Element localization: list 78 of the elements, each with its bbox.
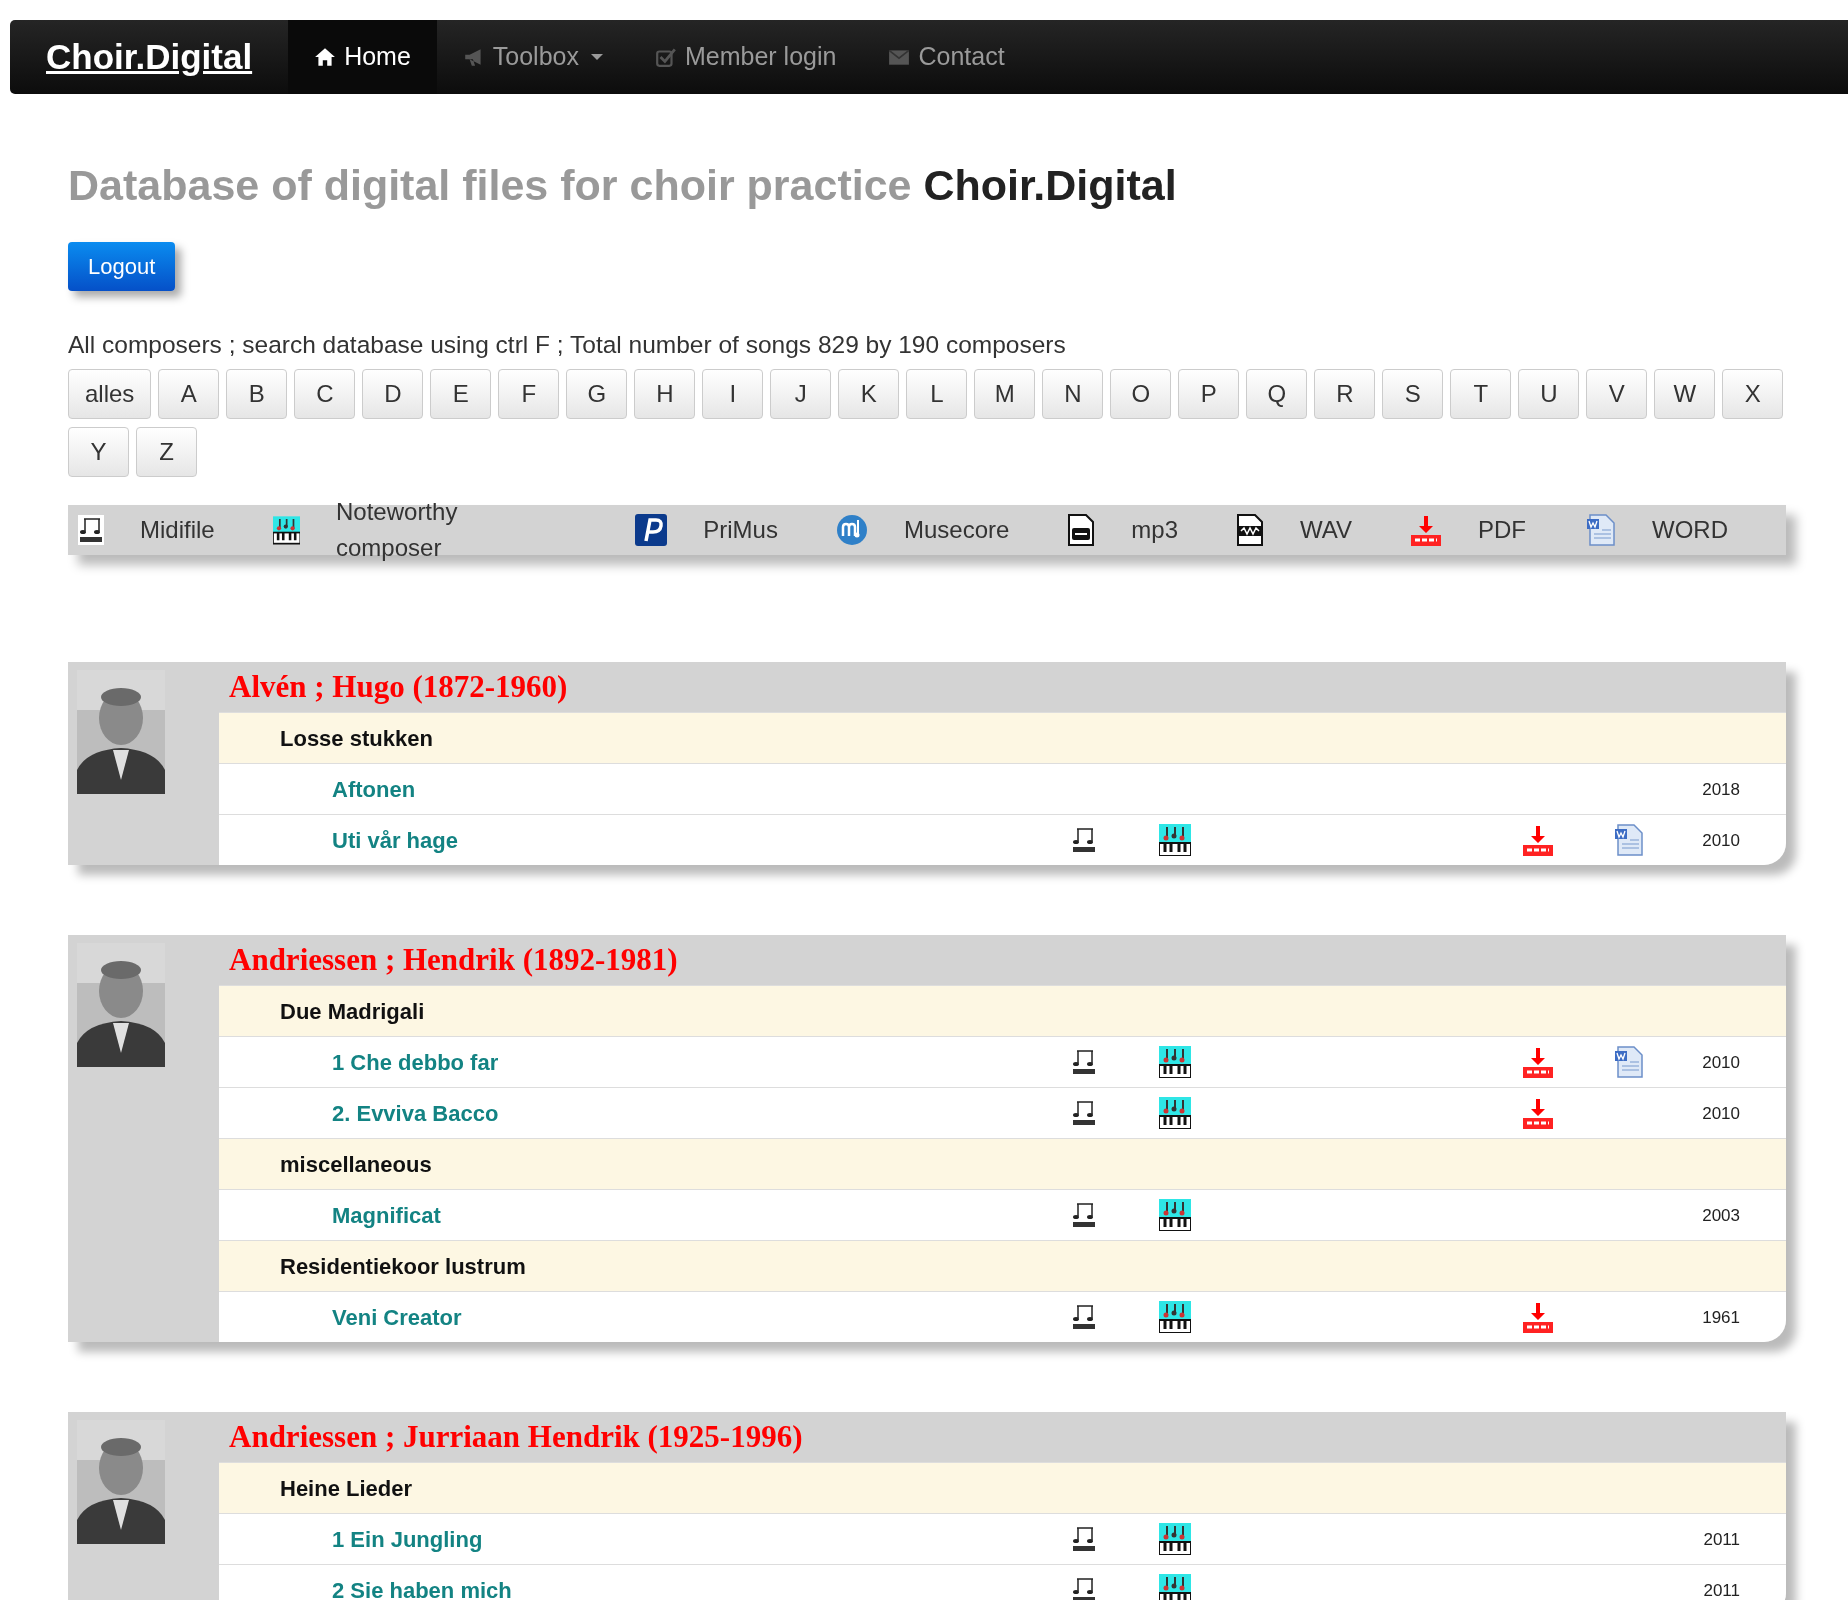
group-title: Heine Lieder bbox=[219, 1462, 1786, 1514]
letter-button[interactable]: Y bbox=[68, 427, 129, 478]
year-text: 2010 bbox=[1701, 829, 1740, 852]
legend-label: Noteworthy composer bbox=[336, 497, 459, 564]
document-icon bbox=[1584, 514, 1616, 547]
pdf-download-icon bbox=[1410, 514, 1442, 547]
letter-button[interactable]: P bbox=[1178, 369, 1240, 420]
site-name: Choir.Digital bbox=[923, 161, 1177, 209]
legend-label: WAV bbox=[1300, 515, 1352, 546]
composer-name: Andriessen ; Hendrik (1892-1981) bbox=[228, 941, 679, 980]
year-text: 2018 bbox=[1701, 778, 1740, 801]
legend-label: WORD bbox=[1652, 515, 1728, 546]
logout-button[interactable]: Logout bbox=[68, 241, 176, 291]
letter-button[interactable]: H bbox=[634, 369, 696, 420]
year-text: 2003 bbox=[1701, 1204, 1740, 1227]
letter-button[interactable]: I bbox=[702, 369, 764, 420]
legend-label: Musecore bbox=[903, 515, 1010, 546]
audio-file-icon bbox=[1236, 514, 1264, 547]
page-title: Database of digital files for choir practice bbox=[68, 161, 913, 209]
song-link[interactable]: 1 Ein Jungling bbox=[219, 1522, 1054, 1556]
letter-button[interactable]: D bbox=[362, 369, 424, 420]
group-title: miscellaneous bbox=[219, 1138, 1786, 1190]
song-link[interactable]: Aftonen bbox=[219, 772, 1054, 806]
legend-label: PDF bbox=[1478, 515, 1526, 546]
letter-button[interactable]: A bbox=[158, 369, 220, 420]
letter-button[interactable]: R bbox=[1314, 369, 1376, 420]
letter-button[interactable]: alles bbox=[68, 369, 152, 420]
letter-button[interactable]: G bbox=[566, 369, 628, 420]
letter-button[interactable]: T bbox=[1450, 369, 1512, 420]
letter-button[interactable]: M bbox=[974, 369, 1036, 420]
letter-button[interactable]: Z bbox=[136, 427, 197, 478]
letter-button[interactable]: N bbox=[1042, 369, 1104, 420]
nav-link[interactable]: Member login bbox=[629, 20, 863, 94]
legend-label: Midifile bbox=[140, 515, 215, 546]
letter-button[interactable]: J bbox=[770, 369, 832, 420]
year-text: 2010 bbox=[1701, 1051, 1740, 1074]
group-title: Due Madrigali bbox=[219, 985, 1786, 1037]
composer-name: Alvén ; Hugo (1872-1960) bbox=[228, 668, 569, 707]
legend-label: PriMus bbox=[703, 515, 778, 546]
nav-link[interactable]: Home bbox=[288, 20, 437, 94]
composer-name: Andriessen ; Jurriaan Hendrik (1925-1996) bbox=[228, 1418, 804, 1457]
year-text: 1961 bbox=[1701, 1306, 1740, 1329]
song-link[interactable]: Uti vår hage bbox=[219, 823, 1054, 857]
song-link[interactable]: 2 Sie haben mich bbox=[219, 1573, 1054, 1600]
letter-button[interactable]: O bbox=[1110, 369, 1172, 420]
letter-button[interactable]: V bbox=[1586, 369, 1648, 420]
letter-button[interactable]: E bbox=[430, 369, 492, 420]
letter-button[interactable]: K bbox=[838, 369, 900, 420]
musescore-logo-icon bbox=[835, 514, 868, 547]
checkbox-icon bbox=[655, 46, 677, 68]
song-link[interactable]: 1 Che debbo far bbox=[219, 1045, 1054, 1079]
letter-button[interactable]: X bbox=[1722, 369, 1784, 420]
year-text: 2011 bbox=[1702, 1528, 1740, 1551]
letter-button[interactable]: B bbox=[226, 369, 288, 420]
legend-label: mp3 bbox=[1131, 515, 1178, 546]
info-text: All composers ; search database using ctrl F ; Total number of songs 829 by 190 composers bbox=[68, 329, 1067, 360]
letter-button[interactable]: S bbox=[1382, 369, 1444, 420]
nav-link[interactable]: Contact bbox=[862, 20, 1031, 94]
letter-button[interactable]: F bbox=[498, 369, 560, 420]
letter-button[interactable]: L bbox=[906, 369, 968, 420]
song-link[interactable]: Veni Creator bbox=[219, 1300, 1054, 1334]
keyboard-icon bbox=[272, 514, 300, 547]
house-icon bbox=[314, 46, 337, 68]
year-text: 2010 bbox=[1701, 1102, 1740, 1125]
letter-button[interactable]: U bbox=[1518, 369, 1580, 420]
letter-button[interactable]: W bbox=[1654, 369, 1716, 420]
song-link[interactable]: 2. Evviva Bacco bbox=[219, 1096, 1054, 1130]
site-logo[interactable]: Choir.Digital bbox=[10, 20, 289, 94]
p-letter-logo-icon bbox=[635, 514, 668, 547]
audio-file-icon bbox=[1067, 514, 1096, 547]
letter-button[interactable]: Q bbox=[1246, 369, 1308, 420]
nav-link[interactable]: Toolbox bbox=[436, 20, 629, 94]
group-title: Residentiekoor lustrum bbox=[219, 1240, 1786, 1292]
midi-icon bbox=[78, 515, 104, 546]
letter-button[interactable]: C bbox=[294, 369, 356, 420]
year-text: 2011 bbox=[1702, 1579, 1740, 1600]
group-title: Losse stukken bbox=[219, 712, 1786, 764]
song-link[interactable]: Magnificat bbox=[219, 1198, 1054, 1232]
